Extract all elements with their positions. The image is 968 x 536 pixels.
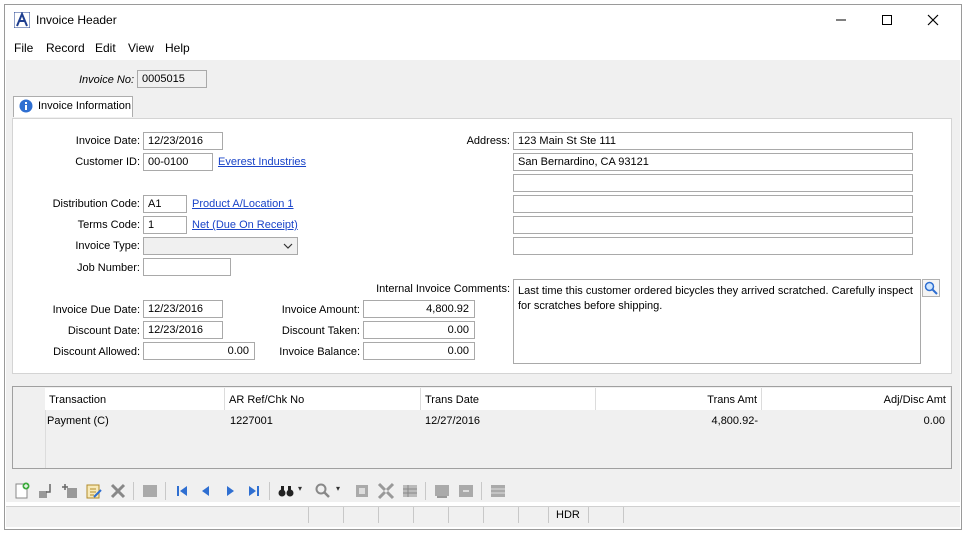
menu-record[interactable]: Record: [46, 41, 85, 55]
insert-icon[interactable]: [61, 482, 79, 500]
toolbar-separator: [133, 482, 134, 500]
status-segment: [308, 507, 343, 523]
terms-code-field[interactable]: 1: [143, 216, 187, 234]
internal-comments-textarea[interactable]: Last time this customer ordered bicycles…: [513, 279, 921, 364]
discount-taken-field[interactable]: 0.00: [363, 321, 475, 339]
column-header-transaction[interactable]: Transaction: [45, 388, 225, 410]
magnify-icon[interactable]: [922, 279, 940, 297]
invoice-amount-field[interactable]: 4,800.92: [363, 300, 475, 318]
app-logo-icon: [13, 11, 31, 29]
status-segment: [623, 507, 960, 523]
previous-record-icon[interactable]: [197, 482, 215, 500]
row-ar-ref: 1227001: [230, 415, 273, 427]
column-header-ar-ref[interactable]: AR Ref/Chk No: [225, 388, 421, 410]
next-record-icon[interactable]: [221, 482, 239, 500]
edit-icon[interactable]: [85, 482, 103, 500]
address-line-3[interactable]: [513, 174, 913, 192]
job-number-field[interactable]: [143, 258, 231, 276]
list-icon[interactable]: [489, 482, 507, 500]
table-icon[interactable]: [401, 482, 419, 500]
address-line-2[interactable]: San Bernardino, CA 93121: [513, 153, 913, 171]
invoice-balance-label: Invoice Balance:: [279, 346, 360, 358]
first-record-icon[interactable]: [173, 482, 191, 500]
minimize-button[interactable]: [818, 5, 864, 35]
invoice-amount-label: Invoice Amount:: [281, 304, 360, 316]
toolbar-separator: [165, 482, 166, 500]
distribution-code-label: Distribution Code:: [52, 198, 140, 210]
row-trans-amt: 4,800.92-: [711, 415, 758, 427]
status-mode: HDR: [548, 507, 588, 523]
new-icon[interactable]: [13, 482, 31, 500]
grid-icon[interactable]: [353, 482, 371, 500]
address-line-6[interactable]: [513, 237, 913, 255]
invoice-type-label: Invoice Type:: [75, 240, 140, 252]
invoice-date-field[interactable]: 12/23/2016: [143, 132, 223, 150]
grid-row-header: [13, 388, 46, 468]
address-line-4[interactable]: [513, 195, 913, 213]
terms-code-label: Terms Code:: [77, 219, 140, 231]
invoice-due-date-field[interactable]: 12/23/2016: [143, 300, 223, 318]
zoom-icon[interactable]: [314, 482, 332, 500]
customer-id-label: Customer ID:: [75, 156, 140, 168]
document-icon[interactable]: [433, 482, 451, 500]
delete-icon[interactable]: [109, 482, 127, 500]
zoom-dropdown-icon[interactable]: ▾: [336, 484, 340, 493]
discount-taken-label: Discount Taken:: [281, 325, 360, 337]
status-segment: [378, 507, 413, 523]
tab-label: Invoice Information: [38, 100, 131, 112]
expand-icon[interactable]: [377, 482, 395, 500]
internal-comments-label: Internal Invoice Comments:: [376, 283, 510, 295]
chevron-down-icon[interactable]: [282, 241, 294, 251]
invoice-no-field[interactable]: 0005015: [137, 70, 207, 88]
status-segment: [518, 507, 548, 523]
toolbar-separator: [269, 482, 270, 500]
terms-code-link[interactable]: Net (Due On Receipt): [192, 219, 298, 231]
invoice-type-select[interactable]: [143, 237, 298, 255]
status-segment: [413, 507, 448, 523]
address-label: Address:: [466, 135, 510, 147]
invoice-due-date-label: Invoice Due Date:: [52, 304, 140, 316]
row-adj-disc-amt: 0.00: [923, 415, 945, 427]
address-line-5[interactable]: [513, 216, 913, 234]
info-icon: [19, 99, 33, 113]
menu-help[interactable]: Help: [165, 41, 190, 55]
column-header-adj-disc-amt[interactable]: Adj/Disc Amt: [762, 388, 950, 410]
menu-edit[interactable]: Edit: [95, 41, 116, 55]
toolbar-separator: [425, 482, 426, 500]
column-header-trans-date[interactable]: Trans Date: [421, 388, 596, 410]
invoice-no-label: Invoice No:: [78, 74, 134, 86]
menu-file[interactable]: File: [14, 41, 33, 55]
status-segment: [483, 507, 518, 523]
print-icon[interactable]: [141, 482, 159, 500]
discount-date-label: Discount Date:: [67, 325, 140, 337]
export-icon[interactable]: [457, 482, 475, 500]
job-number-label: Job Number:: [77, 262, 140, 274]
customer-name-link[interactable]: Everest Industries: [218, 156, 306, 168]
status-segment: [588, 507, 623, 523]
find-dropdown-icon[interactable]: ▾: [298, 484, 302, 493]
invoice-balance-field[interactable]: 0.00: [363, 342, 475, 360]
import-icon[interactable]: [37, 482, 55, 500]
row-trans-date: 12/27/2016: [425, 415, 481, 427]
window-title: Invoice Header: [36, 13, 117, 27]
invoice-date-label: Invoice Date:: [75, 135, 140, 147]
status-segment: [448, 507, 483, 523]
toolbar-separator: [481, 482, 482, 500]
close-button[interactable]: [910, 5, 956, 35]
find-icon[interactable]: [277, 482, 295, 500]
distribution-code-field[interactable]: A1: [143, 195, 187, 213]
discount-allowed-field[interactable]: 0.00: [143, 342, 255, 360]
column-header-trans-amt[interactable]: Trans Amt: [596, 388, 762, 410]
address-line-1[interactable]: 123 Main St Ste 111: [513, 132, 913, 150]
distribution-code-link[interactable]: Product A/Location 1: [192, 198, 294, 210]
discount-allowed-label: Discount Allowed:: [53, 346, 140, 358]
maximize-button[interactable]: [864, 5, 910, 35]
menu-view[interactable]: View: [128, 41, 154, 55]
customer-id-field[interactable]: 00-0100: [143, 153, 213, 171]
row-transaction: Payment (C): [47, 415, 109, 427]
last-record-icon[interactable]: [245, 482, 263, 500]
discount-date-field[interactable]: 12/23/2016: [143, 321, 223, 339]
status-segment: [343, 507, 378, 523]
